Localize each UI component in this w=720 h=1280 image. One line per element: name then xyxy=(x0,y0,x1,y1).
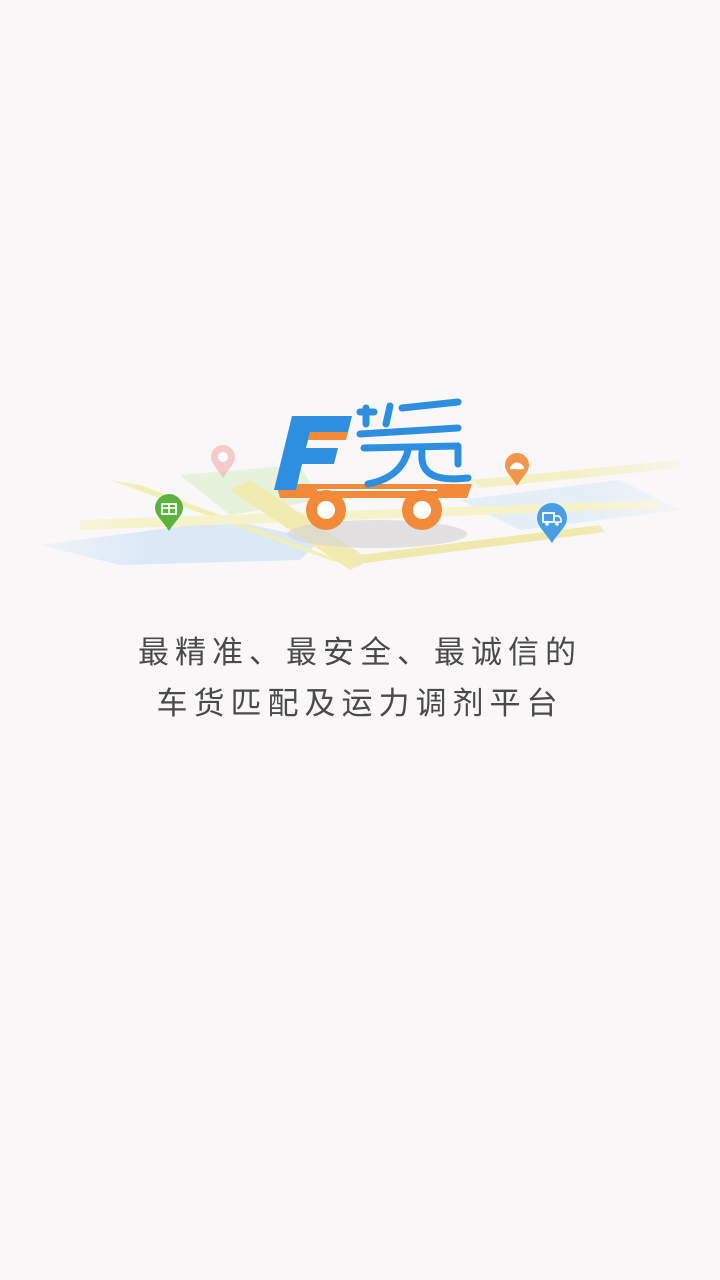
cargo-pin-icon xyxy=(505,453,529,486)
gift-pin-icon xyxy=(155,494,183,531)
logo-illustration xyxy=(0,380,720,580)
slogan-line-2: 车货匹配及运力调剂平台 xyxy=(156,686,564,722)
slogan-line-1: 最精准、最安全、最诚信的 xyxy=(138,635,582,671)
location-pin-icon xyxy=(211,445,235,478)
truck-pin-icon xyxy=(537,503,567,543)
truck-logo-icon xyxy=(274,398,472,548)
splash-screen: 最精准、最安全、最诚信的 车货匹配及运力调剂平台 xyxy=(0,0,720,1280)
